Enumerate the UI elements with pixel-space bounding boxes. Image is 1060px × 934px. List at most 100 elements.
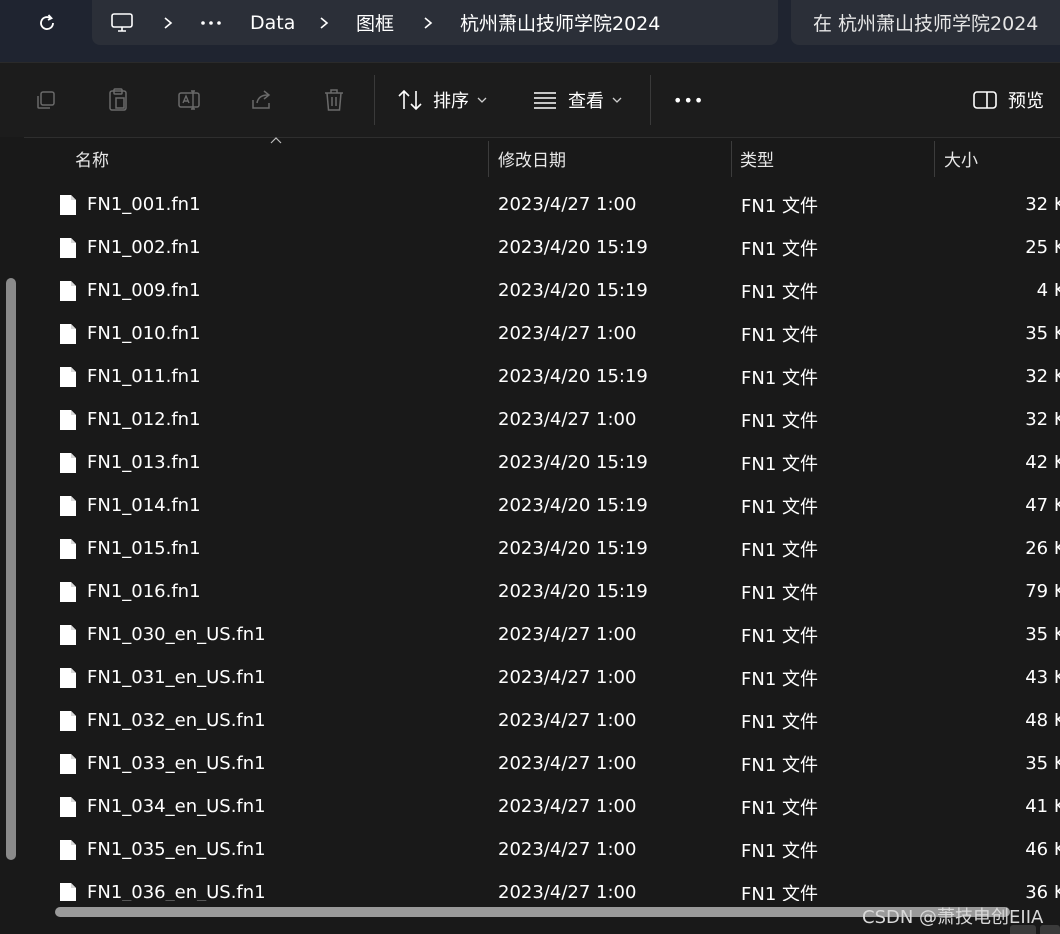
file-type: FN1 文件 (741, 281, 818, 303)
file-modified-date: 2023/4/27 1:00 (498, 796, 637, 817)
file-name[interactable]: FN1_011.fn1 (87, 355, 201, 398)
column-header-name[interactable]: 名称 (75, 137, 109, 179)
file-modified-date: 2023/4/20 15:19 (498, 581, 648, 602)
file-type: FN1 文件 (741, 625, 818, 647)
column-header-type[interactable]: 类型 (740, 137, 774, 179)
chevron-right-icon[interactable] (162, 0, 174, 45)
copy-button[interactable] (31, 85, 61, 115)
file-name[interactable]: FN1_012.fn1 (87, 398, 201, 441)
file-name[interactable]: FN1_014.fn1 (87, 484, 201, 527)
command-bar: 排序 查看 ••• 预览 (0, 62, 1060, 138)
file-name[interactable]: FN1_034_en_US.fn1 (87, 785, 266, 828)
refresh-icon (40, 14, 54, 30)
file-size: 4 KB (1036, 280, 1060, 301)
view-label: 查看 (568, 91, 604, 112)
file-name[interactable]: FN1_033_en_US.fn1 (87, 742, 266, 785)
file-size: 42 KB (1025, 452, 1060, 473)
file-row[interactable]: FN1_030_en_US.fn1 2023/4/27 1:00 FN1 文件 … (24, 613, 1060, 656)
view-list-icon (534, 92, 556, 109)
breadcrumb-item-frames[interactable]: 图框 (356, 0, 394, 45)
rename-button[interactable] (175, 85, 205, 115)
vertical-scrollbar[interactable] (6, 278, 16, 860)
sort-button[interactable]: 排序 (397, 83, 487, 117)
file-row[interactable]: FN1_012.fn1 2023/4/27 1:00 FN1 文件 32 KB (24, 398, 1060, 441)
preview-label: 预览 (1008, 91, 1044, 112)
file-size: 43 KB (1025, 667, 1060, 688)
preview-pane-icon (973, 91, 997, 109)
more-options-button[interactable]: ••• (673, 83, 704, 117)
file-type: FN1 文件 (741, 883, 818, 902)
file-modified-date: 2023/4/20 15:19 (498, 280, 648, 301)
file-row[interactable]: FN1_031_en_US.fn1 2023/4/27 1:00 FN1 文件 … (24, 656, 1060, 699)
file-row[interactable]: FN1_014.fn1 2023/4/20 15:19 FN1 文件 47 KB (24, 484, 1060, 527)
file-name[interactable]: FN1_032_en_US.fn1 (87, 699, 266, 742)
file-name[interactable]: FN1_036_en_US.fn1 (87, 871, 266, 901)
file-icon (59, 226, 77, 269)
column-header-size[interactable]: 大小 (944, 137, 978, 179)
column-divider[interactable] (488, 141, 489, 177)
column-divider[interactable] (731, 141, 732, 177)
file-size: 32 KB (1025, 194, 1060, 215)
file-row[interactable]: FN1_034_en_US.fn1 2023/4/27 1:00 FN1 文件 … (24, 785, 1060, 828)
file-modified-date: 2023/4/27 1:00 (498, 409, 637, 430)
file-row[interactable]: FN1_015.fn1 2023/4/20 15:19 FN1 文件 26 KB (24, 527, 1060, 570)
file-row[interactable]: FN1_033_en_US.fn1 2023/4/27 1:00 FN1 文件 … (24, 742, 1060, 785)
file-modified-date: 2023/4/20 15:19 (498, 495, 648, 516)
file-modified-date: 2023/4/20 15:19 (498, 366, 648, 387)
breadcrumb-item-data[interactable]: Data (250, 0, 295, 45)
file-row[interactable]: FN1_032_en_US.fn1 2023/4/27 1:00 FN1 文件 … (24, 699, 1060, 742)
breadcrumb-item-current[interactable]: 杭州萧山技师学院2024 (460, 0, 660, 45)
column-header-modified[interactable]: 修改日期 (498, 137, 566, 179)
file-icon (59, 785, 77, 828)
file-row[interactable]: FN1_001.fn1 2023/4/27 1:00 FN1 文件 32 KB (24, 183, 1060, 226)
file-name[interactable]: FN1_002.fn1 (87, 226, 201, 269)
file-row[interactable]: FN1_011.fn1 2023/4/20 15:19 FN1 文件 32 KB (24, 355, 1060, 398)
file-name[interactable]: FN1_009.fn1 (87, 269, 201, 312)
more-options-label: ••• (673, 90, 705, 110)
file-name[interactable]: FN1_035_en_US.fn1 (87, 828, 266, 871)
file-icon (59, 742, 77, 785)
file-name[interactable]: FN1_016.fn1 (87, 570, 201, 613)
column-header: 名称 修改日期 类型 大小 (24, 137, 1060, 179)
file-name[interactable]: FN1_010.fn1 (87, 312, 201, 355)
share-button[interactable] (247, 85, 277, 115)
file-size: 35 KB (1025, 753, 1060, 774)
toolbar-divider (374, 75, 375, 125)
file-row[interactable]: FN1_036_en_US.fn1 2023/4/27 1:00 FN1 文件 … (24, 871, 1060, 901)
ellipsis-icon (201, 20, 221, 25)
file-size: 48 KB (1025, 710, 1060, 731)
file-name[interactable]: FN1_031_en_US.fn1 (87, 656, 266, 699)
delete-button[interactable] (319, 85, 349, 115)
more-paths-button[interactable] (200, 0, 222, 45)
paste-button[interactable] (103, 85, 133, 115)
file-type: FN1 文件 (741, 668, 818, 690)
file-size: 35 KB (1025, 323, 1060, 344)
chevron-right-icon[interactable] (422, 0, 434, 45)
file-modified-date: 2023/4/27 1:00 (498, 839, 637, 860)
file-icon (59, 183, 77, 226)
chevron-down-icon (612, 97, 622, 103)
file-name[interactable]: FN1_001.fn1 (87, 183, 201, 226)
refresh-button[interactable] (30, 8, 64, 38)
column-divider[interactable] (934, 141, 935, 177)
preview-pane-button[interactable]: 预览 (972, 83, 1044, 117)
file-modified-date: 2023/4/27 1:00 (498, 753, 637, 774)
file-icon (59, 828, 77, 871)
file-modified-date: 2023/4/27 1:00 (498, 667, 637, 688)
file-row[interactable]: FN1_035_en_US.fn1 2023/4/27 1:00 FN1 文件 … (24, 828, 1060, 871)
file-row[interactable]: FN1_010.fn1 2023/4/27 1:00 FN1 文件 35 KB (24, 312, 1060, 355)
this-pc-button[interactable] (110, 0, 134, 45)
file-name[interactable]: FN1_015.fn1 (87, 527, 201, 570)
file-row[interactable]: FN1_002.fn1 2023/4/20 15:19 FN1 文件 25 KB (24, 226, 1060, 269)
file-icon (59, 441, 77, 484)
search-input[interactable]: 在 杭州萧山技师学院2024 (791, 0, 1060, 45)
file-row[interactable]: FN1_009.fn1 2023/4/20 15:19 FN1 文件 4 KB (24, 269, 1060, 312)
file-name[interactable]: FN1_030_en_US.fn1 (87, 613, 266, 656)
file-name[interactable]: FN1_013.fn1 (87, 441, 201, 484)
file-row[interactable]: FN1_016.fn1 2023/4/20 15:19 FN1 文件 79 KB (24, 570, 1060, 613)
file-row[interactable]: FN1_013.fn1 2023/4/20 15:19 FN1 文件 42 KB (24, 441, 1060, 484)
view-button[interactable]: 查看 (532, 83, 622, 117)
file-modified-date: 2023/4/20 15:19 (498, 452, 648, 473)
chevron-right-icon[interactable] (318, 0, 330, 45)
breadcrumb: Data 图框 杭州萧山技师学院2024 (92, 0, 778, 45)
